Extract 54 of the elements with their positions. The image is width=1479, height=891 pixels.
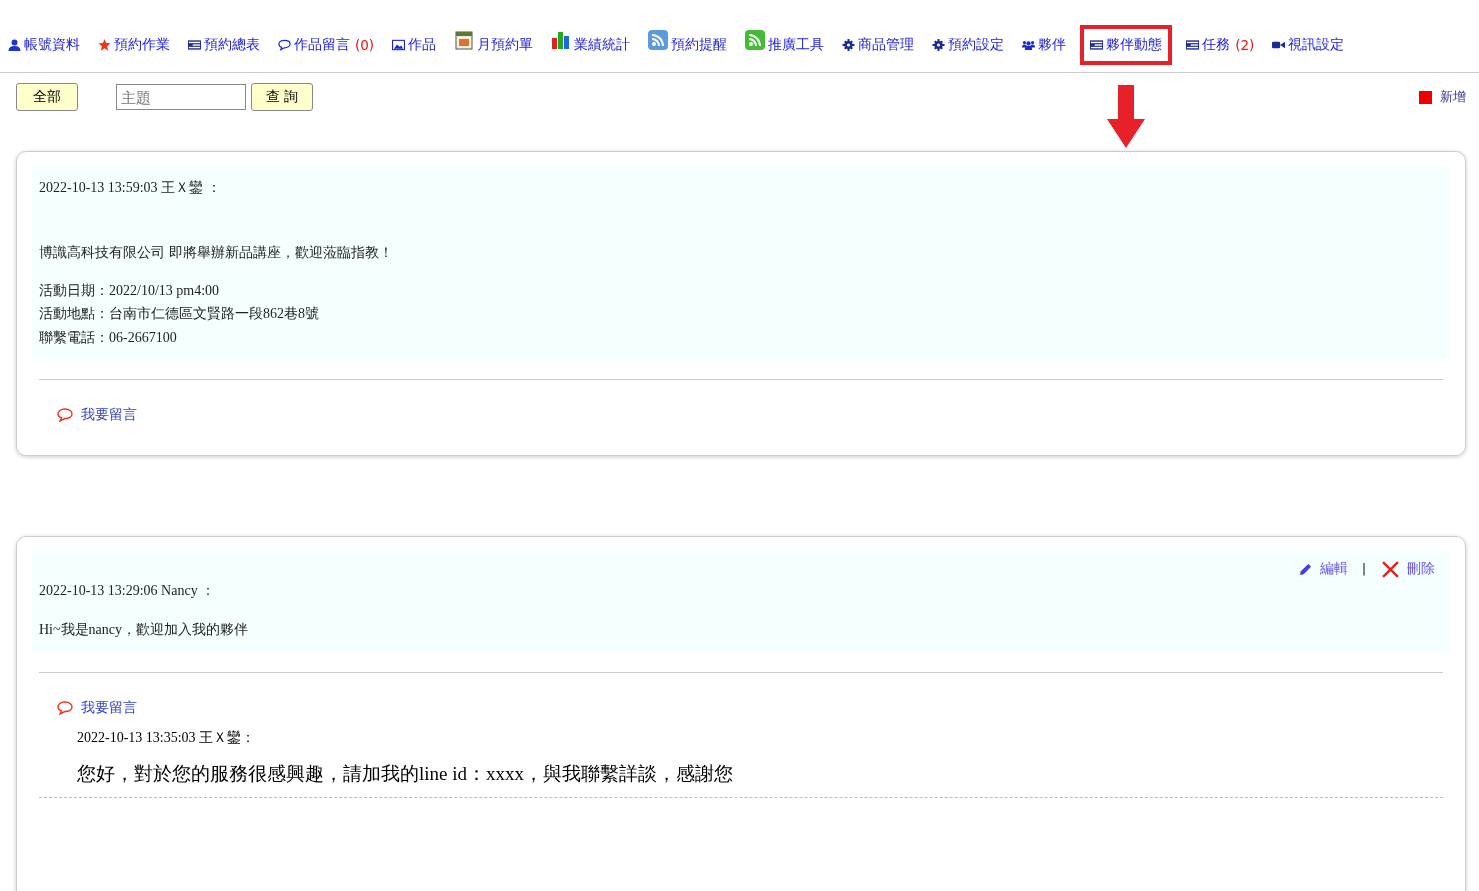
nav-link[interactable]: 作品留言 (0) <box>274 26 379 64</box>
pencil-icon <box>1298 562 1312 576</box>
speech-bubble-icon <box>57 408 73 422</box>
add-link[interactable]: 新增 <box>1440 88 1466 106</box>
rss-icon <box>648 30 669 50</box>
nav-link[interactable]: 預約總表 <box>184 26 264 64</box>
rss-icon <box>745 30 766 50</box>
nav-link[interactable]: 業績統計 <box>547 26 635 64</box>
separator: | <box>1361 562 1366 576</box>
list-icon <box>1186 39 1200 51</box>
calendar-icon <box>454 30 475 50</box>
nav-link[interactable]: 預約設定 <box>928 26 1009 64</box>
post-text: 活動地點：台南市仁德區文賢路一段862巷8號 <box>39 305 320 323</box>
gear-icon <box>932 39 946 51</box>
reply-header: 2022-10-13 13:35:03 王Ｘ鑾： <box>77 728 257 747</box>
reply-text: 您好，對於您的服務很感興趣，請加我的line id：xxxx，與我聯繫詳談，感謝您 <box>77 761 735 786</box>
video-camera-icon <box>1272 39 1286 51</box>
nav-link[interactable]: 帳號資料 <box>4 26 84 64</box>
square-icon <box>1419 90 1432 104</box>
post-text: 活動日期：2022/10/13 pm4:00 <box>39 281 221 300</box>
gear-icon <box>842 39 856 51</box>
nav-link[interactable]: 任務 (2) <box>1182 26 1259 64</box>
bar-chart-icon <box>551 30 572 50</box>
post-text: 聯繫電話：06-2667100 <box>39 328 178 347</box>
post-text: Hi~我是nancy，歡迎加入我的夥伴 <box>39 621 249 639</box>
list-icon <box>1090 39 1104 51</box>
all-button[interactable]: 全部 <box>16 83 78 111</box>
speech-bubble-icon <box>57 700 73 715</box>
post-header: 2022-10-13 13:59:03 王Ｘ鑾 ： <box>39 179 222 197</box>
group-icon <box>1022 39 1036 51</box>
person-icon <box>8 39 21 51</box>
image-icon <box>392 39 406 51</box>
nav-link[interactable]: 夥伴動態 <box>1080 25 1173 65</box>
search-button[interactable]: 查 詢 <box>251 83 314 111</box>
nav-link[interactable]: 視訊設定 <box>1268 26 1349 64</box>
speech-bubble-icon <box>278 39 291 51</box>
post-text: 博識高科技有限公司 即將舉辦新品講座，歡迎蒞臨指教！ <box>39 244 394 262</box>
star-icon <box>98 39 111 51</box>
post-header: 2022-10-13 13:29:06 Nancy ： <box>39 582 217 600</box>
list-icon <box>188 39 201 51</box>
nav-link[interactable]: 預約作業 <box>94 26 174 64</box>
nav-link[interactable]: 預約提醒 <box>644 26 732 64</box>
comment-link[interactable]: 我要留言 <box>81 698 137 717</box>
close-icon <box>1382 560 1399 578</box>
down-arrow <box>1106 85 1147 149</box>
nav-link[interactable]: 夥伴 <box>1018 26 1071 64</box>
nav-link[interactable]: 商品管理 <box>838 26 919 64</box>
action-link[interactable]: 刪除 <box>1407 560 1435 578</box>
action-link[interactable]: 編輯 <box>1319 560 1348 578</box>
nav-link[interactable]: 推廣工具 <box>741 26 829 64</box>
comment-link[interactable]: 我要留言 <box>81 406 137 424</box>
nav-link[interactable]: 月預約單 <box>450 26 538 64</box>
nav-link[interactable]: 作品 <box>388 26 441 64</box>
subject-search-field[interactable]: 主題 <box>116 84 246 110</box>
